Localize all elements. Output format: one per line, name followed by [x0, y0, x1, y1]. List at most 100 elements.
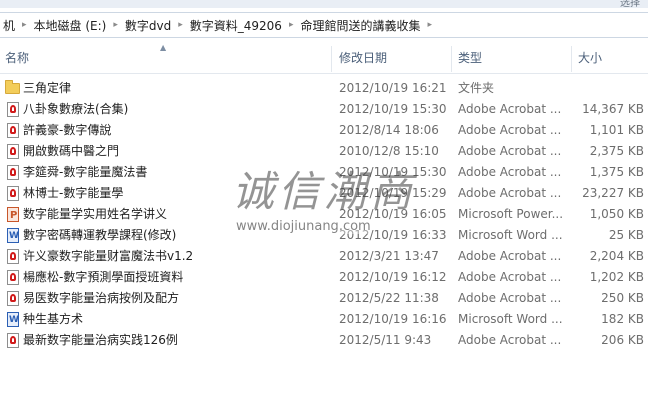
- sort-ascending-icon: ▲: [160, 43, 167, 52]
- column-divider[interactable]: [571, 46, 572, 72]
- file-row[interactable]: 三角定律 2012/10/19 16:21 文件夹: [0, 78, 648, 99]
- watermark-url: www.diojiunang.com: [236, 219, 371, 234]
- file-row[interactable]: 楊應松-數字預測學面授班資料 2012/10/19 16:12 Adobe Acro…: [0, 267, 648, 288]
- file-icon-cell: [4, 225, 20, 246]
- file-name: 种生基方术: [23, 312, 84, 326]
- file-icon-cell: [4, 204, 20, 225]
- file-row[interactable]: 许义豪数字能量财富魔法书v1.2 2012/3/21 13:47 Adobe Acr…: [0, 246, 648, 267]
- top-strip-caption: 选择: [620, 0, 640, 9]
- file-type: Adobe Acrobat ...: [458, 144, 562, 158]
- file-icon-cell: [4, 330, 20, 351]
- column-header-type[interactable]: 类型: [458, 44, 482, 73]
- chevron-right-icon[interactable]: ▸: [18, 20, 31, 30]
- breadcrumb-item-drive-e[interactable]: 本地磁盘 (E:) ▸: [31, 17, 122, 34]
- breadcrumb-item-data[interactable]: 數字資料_49206 ▸: [187, 17, 298, 34]
- window-top-strip: 选择: [0, 0, 648, 9]
- column-header-name[interactable]: 名称: [5, 44, 29, 73]
- file-type: Adobe Acrobat ...: [458, 102, 562, 116]
- folder-icon: [5, 80, 20, 94]
- pdf-icon: [7, 102, 19, 117]
- file-type: Adobe Acrobat ...: [458, 123, 562, 137]
- file-row[interactable]: 最新数字能量治病实践126例 2012/5/11 9:43 Adobe Acroba…: [0, 330, 648, 351]
- ppt-icon: [7, 205, 19, 225]
- pdf-icon: [7, 144, 19, 159]
- file-type: Microsoft Power...: [458, 207, 564, 221]
- file-icon-cell: [4, 246, 20, 267]
- file-type: Adobe Acrobat ...: [458, 333, 562, 347]
- breadcrumb-label: 數字資料_49206: [189, 18, 282, 33]
- file-date: 2012/10/19 15:30: [339, 102, 447, 116]
- file-size: 1,101 KB: [589, 123, 644, 137]
- breadcrumb-label: 本地磁盘 (E:): [33, 18, 107, 33]
- pdf-icon: [7, 270, 19, 285]
- file-date: 2012/5/11 9:43: [339, 333, 432, 347]
- breadcrumb-item-dvd[interactable]: 數字dvd ▸: [122, 17, 187, 34]
- file-date: 2012/10/19 16:12: [339, 270, 447, 284]
- chevron-right-icon[interactable]: ▸: [424, 20, 437, 30]
- file-icon-cell: [4, 267, 20, 288]
- file-date: 2012/5/22 11:38: [339, 291, 439, 305]
- pdf-icon: [7, 249, 19, 264]
- file-type: Adobe Acrobat ...: [458, 270, 562, 284]
- column-divider[interactable]: [451, 46, 452, 72]
- file-type: Microsoft Word ...: [458, 228, 563, 242]
- column-header-row: ▲ 名称 修改日期 类型 大小: [0, 43, 648, 74]
- file-size: 2,204 KB: [589, 249, 644, 263]
- column-divider[interactable]: [331, 46, 332, 72]
- file-icon-cell: [4, 141, 20, 162]
- file-name: 許義豪-數字傳說: [23, 123, 112, 137]
- file-icon-cell: [4, 120, 20, 141]
- file-icon-cell: [4, 288, 20, 309]
- file-icon-cell: [4, 183, 20, 204]
- file-row[interactable]: 許義豪-數字傳說 2012/8/14 18:06 Adobe Acrobat ...…: [0, 120, 648, 141]
- file-date: 2012/10/19 16:16: [339, 312, 447, 326]
- file-size: 182 KB: [601, 312, 644, 326]
- file-type: 文件夹: [458, 81, 495, 95]
- file-type: Adobe Acrobat ...: [458, 249, 562, 263]
- chevron-right-icon[interactable]: ▸: [109, 20, 122, 30]
- file-name: 八卦象數療法(合集): [23, 102, 129, 116]
- pdf-icon: [7, 291, 19, 306]
- file-name: 易医数字能量治病按例及配方: [23, 291, 180, 305]
- file-size: 250 KB: [601, 291, 644, 305]
- file-size: 14,367 KB: [582, 102, 644, 116]
- breadcrumb-label: 數字dvd: [124, 18, 172, 33]
- pdf-icon: [7, 165, 19, 180]
- file-type: Adobe Acrobat ...: [458, 186, 562, 200]
- file-row[interactable]: 种生基方术 2012/10/19 16:16 Microsoft Word ... 1…: [0, 309, 648, 330]
- file-type: Adobe Acrobat ...: [458, 165, 562, 179]
- file-size: 23,227 KB: [582, 186, 644, 200]
- file-size: 1,202 KB: [589, 270, 644, 284]
- file-size: 206 KB: [601, 333, 644, 347]
- breadcrumb-label: 机: [3, 18, 16, 33]
- file-name: 最新数字能量治病实践126例: [23, 333, 178, 347]
- file-size: [572, 78, 644, 99]
- address-bar[interactable]: 机 ▸ 本地磁盘 (E:) ▸ 數字dvd ▸ 數字資料_49206 ▸ 命理館…: [0, 12, 648, 38]
- doc-icon: [7, 226, 19, 246]
- file-name: 许义豪数字能量财富魔法书v1.2: [23, 249, 194, 263]
- file-name: 楊應松-數字預測學面授班資料: [23, 270, 184, 284]
- watermark-logo: 诚信潮商: [232, 167, 417, 216]
- file-size: 1,375 KB: [589, 165, 644, 179]
- column-header-date[interactable]: 修改日期: [339, 44, 387, 73]
- column-header-size[interactable]: 大小: [578, 44, 602, 73]
- file-date: 2012/3/21 13:47: [339, 249, 439, 263]
- file-icon-cell: [4, 78, 20, 99]
- file-icon-cell: [4, 99, 20, 120]
- doc-icon: [7, 310, 19, 330]
- file-size: 2,375 KB: [589, 144, 644, 158]
- chevron-right-icon[interactable]: ▸: [285, 20, 298, 30]
- file-row[interactable]: 八卦象數療法(合集) 2012/10/19 15:30 Adobe Acrobat …: [0, 99, 648, 120]
- file-size: 25 KB: [608, 228, 644, 242]
- file-size: 1,050 KB: [589, 207, 644, 221]
- file-icon-cell: [4, 162, 20, 183]
- pdf-icon: [7, 186, 19, 201]
- file-date: 2012/8/14 18:06: [339, 123, 439, 137]
- file-type: Adobe Acrobat ...: [458, 291, 562, 305]
- breadcrumb-item-current[interactable]: 命理館問送的講義收集 ▸: [297, 17, 436, 34]
- breadcrumb-item-computer[interactable]: 机 ▸: [0, 17, 31, 34]
- file-row[interactable]: 易医数字能量治病按例及配方 2012/5/22 11:38 Adobe Acroba…: [0, 288, 648, 309]
- file-name: 三角定律: [23, 81, 72, 95]
- pdf-icon: [7, 123, 19, 138]
- chevron-right-icon[interactable]: ▸: [174, 20, 187, 30]
